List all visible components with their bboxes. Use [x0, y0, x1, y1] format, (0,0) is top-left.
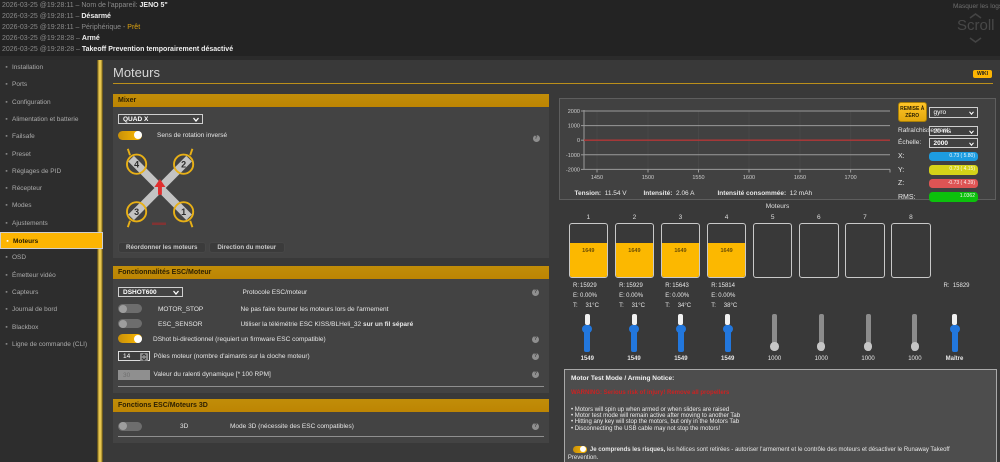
svg-text:4: 4 — [134, 160, 139, 170]
svg-text:-1000: -1000 — [566, 152, 580, 158]
svg-text:1450: 1450 — [591, 175, 603, 181]
svg-text:1550: 1550 — [692, 175, 704, 181]
svg-text:0: 0 — [577, 138, 580, 144]
svg-text:1500: 1500 — [642, 175, 654, 181]
svg-text:2000: 2000 — [568, 109, 580, 115]
svg-text:1600: 1600 — [743, 175, 755, 181]
svg-text:-2000: -2000 — [566, 167, 580, 173]
svg-text:1650: 1650 — [794, 175, 806, 181]
svg-text:1: 1 — [181, 207, 186, 217]
svg-text:3: 3 — [134, 207, 139, 217]
svg-text:1700: 1700 — [844, 175, 856, 181]
svg-text:1000: 1000 — [568, 123, 580, 129]
svg-text:2: 2 — [181, 160, 186, 170]
